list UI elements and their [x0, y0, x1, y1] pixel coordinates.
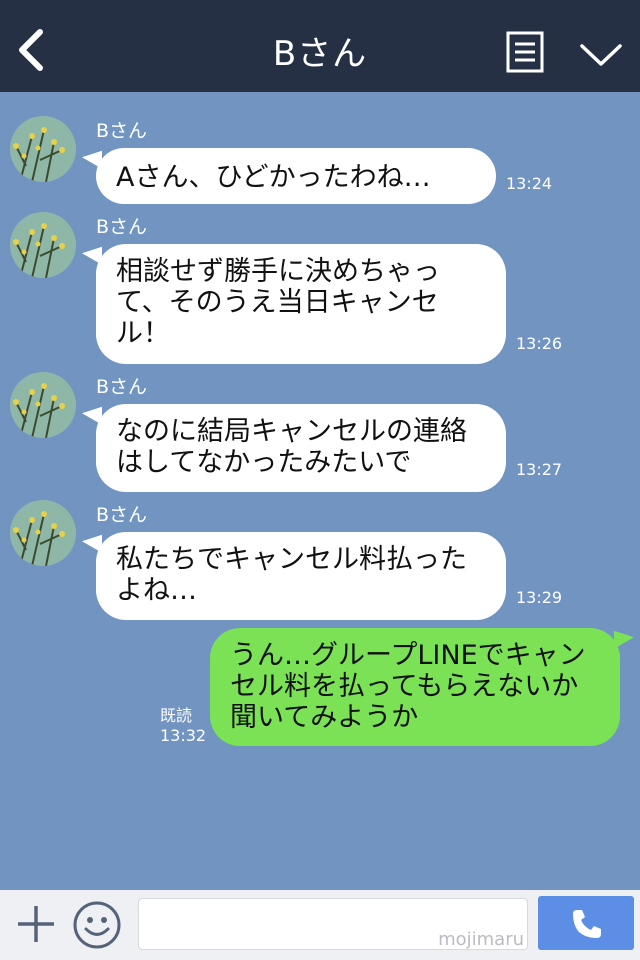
- message-bubble[interactable]: なのに結局キャンセルの連絡はしてなかったみたいで: [96, 404, 506, 492]
- input-bar: mojimaru: [0, 890, 640, 960]
- message-list[interactable]: Bさん Aさん、ひどかったわね… 13:24 Bさん 相談せず勝手に決めちゃって…: [0, 92, 640, 890]
- flower-photo-icon: [10, 116, 76, 182]
- watermark: mojimaru: [438, 929, 524, 950]
- message-bubble-outgoing[interactable]: うん…グループLINEでキャンセル料を払ってもらえないか聞いてみようか: [210, 628, 620, 746]
- sender-name: Bさん: [96, 216, 148, 238]
- list-icon: [506, 31, 544, 73]
- message-text: うん…グループLINEでキャンセル料を払ってもらえないか聞いてみようか: [230, 640, 586, 733]
- message-bubble[interactable]: 相談せず勝手に決めちゃって、そのうえ当日キャンセル！: [96, 244, 506, 364]
- avatar[interactable]: [10, 500, 76, 566]
- message-time: 13:24: [506, 174, 553, 193]
- smiley-icon: [73, 901, 121, 949]
- attach-button[interactable]: [14, 902, 58, 946]
- phone-icon: [573, 910, 601, 938]
- message-time: 13:32: [160, 726, 207, 745]
- sender-name: Bさん: [96, 120, 148, 142]
- dropdown-button[interactable]: [578, 40, 624, 70]
- chevron-down-icon: [580, 44, 622, 66]
- message-time: 13:29: [516, 588, 563, 607]
- chat-header: Bさん: [0, 0, 640, 92]
- flower-photo-icon: [10, 372, 76, 438]
- message-text: Aさん、ひどかったわね…: [116, 162, 431, 193]
- avatar[interactable]: [10, 116, 76, 182]
- sender-name: Bさん: [96, 504, 148, 526]
- message-text: なのに結局キャンセルの連絡はしてなかったみたいで: [116, 416, 467, 478]
- menu-button[interactable]: [506, 31, 544, 73]
- sender-name: Bさん: [96, 376, 148, 398]
- message-time: 13:27: [516, 460, 563, 479]
- message-time: 13:26: [516, 334, 563, 353]
- message-bubble[interactable]: 私たちでキャンセル料払ったよね…: [96, 532, 506, 620]
- avatar[interactable]: [10, 372, 76, 438]
- flower-photo-icon: [10, 500, 76, 566]
- emoji-button[interactable]: [72, 900, 122, 950]
- message-bubble[interactable]: Aさん、ひどかったわね…: [96, 148, 496, 204]
- avatar[interactable]: [10, 212, 76, 278]
- read-receipt: 既読: [160, 706, 193, 725]
- message-text: 相談せず勝手に決めちゃって、そのうえ当日キャンセル！: [116, 256, 440, 349]
- call-button[interactable]: [538, 896, 634, 950]
- chat-title: Bさん: [272, 34, 368, 74]
- message-text: 私たちでキャンセル料払ったよね…: [116, 544, 467, 606]
- flower-photo-icon: [10, 212, 76, 278]
- plus-icon: [18, 906, 54, 942]
